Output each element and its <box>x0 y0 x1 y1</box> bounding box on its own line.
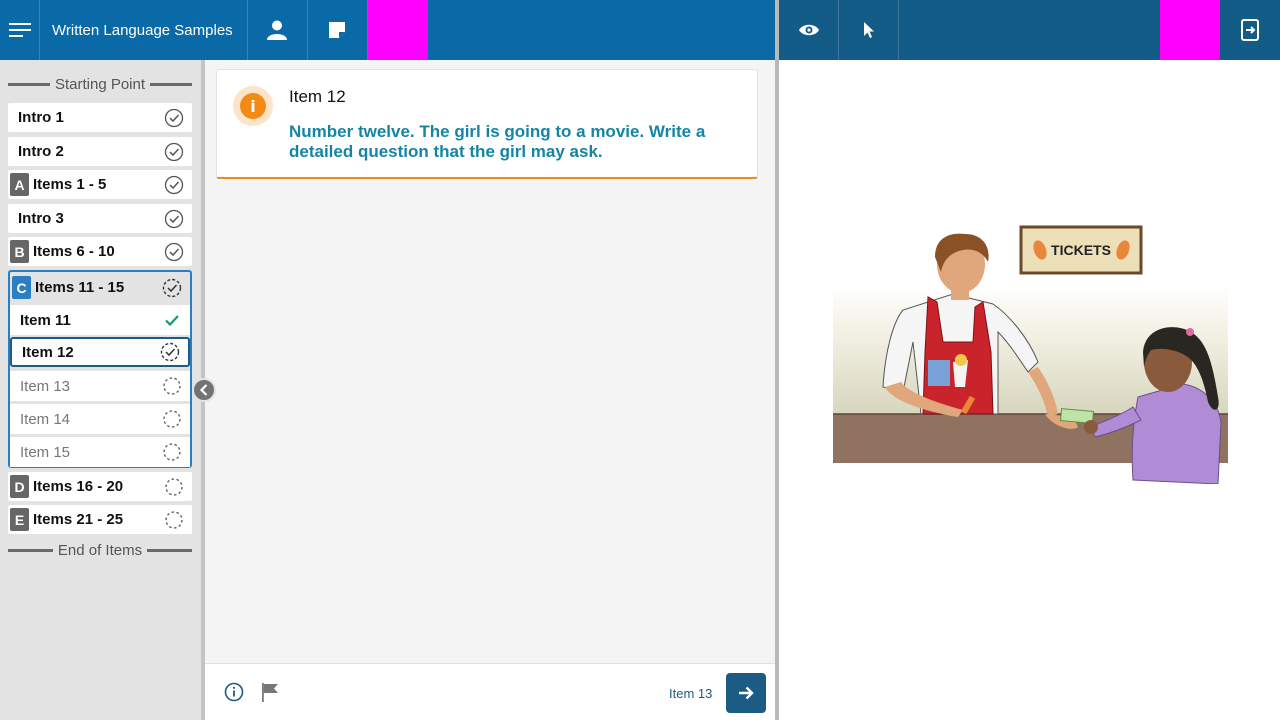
sidebar-item-label: Items 11 - 15 <box>35 279 125 296</box>
menu-icon <box>8 23 31 37</box>
eye-icon <box>798 24 819 36</box>
sidebar-item-intro-1[interactable]: Intro 1 <box>8 103 192 132</box>
sidebar-item-label: Items 16 - 20 <box>33 478 124 495</box>
sidebar-item-15[interactable]: Item 15 <box>10 437 190 467</box>
tickets-sign: TICKETS <box>1019 225 1143 275</box>
highlight-block <box>367 0 428 60</box>
sidebar-item-label: Intro 3 <box>18 210 64 227</box>
sidebar-item-section-a[interactable]: A Items 1 - 5 <box>8 170 192 199</box>
check-circle-icon <box>162 140 186 164</box>
pointer-button[interactable] <box>839 0 899 60</box>
sidebar-item-14[interactable]: Item 14 <box>10 404 190 434</box>
starting-point-label: Starting Point <box>54 76 146 93</box>
check-circle-icon <box>162 106 186 130</box>
check-circle-icon <box>162 207 186 231</box>
section-badge: C <box>12 276 31 299</box>
item-card: i Item 12 Number twelve. The girl is goi… <box>216 69 758 179</box>
info-circle-icon[interactable] <box>224 682 244 702</box>
notes-button[interactable] <box>308 0 368 60</box>
exit-icon <box>1241 19 1259 41</box>
section-badge: B <box>10 240 29 263</box>
next-button[interactable] <box>726 673 766 713</box>
dashed-circle-icon <box>162 475 186 499</box>
tickets-sign-text: TICKETS <box>1051 242 1111 258</box>
starting-point-marker: Starting Point <box>8 76 192 93</box>
sidebar-item-section-b[interactable]: B Items 6 - 10 <box>8 237 192 266</box>
check-circle-icon <box>162 240 186 264</box>
collapse-sidebar-button[interactable] <box>192 378 216 402</box>
sidebar-item-12[interactable]: Item 12 <box>10 337 190 367</box>
sidebar-item-label: Items 1 - 5 <box>33 176 107 193</box>
item-title: Item 12 <box>289 87 346 106</box>
section-badge: E <box>10 508 29 531</box>
dashed-circle-icon <box>160 407 184 431</box>
menu-button[interactable] <box>0 0 40 60</box>
chevron-left-icon <box>199 384 208 396</box>
check-circle-icon <box>162 173 186 197</box>
sidebar-item-intro-3[interactable]: Intro 3 <box>8 204 192 233</box>
sidebar-item-section-c[interactable]: C Items 11 - 15 <box>10 272 190 303</box>
user-button[interactable] <box>248 0 308 60</box>
pane-divider[interactable] <box>775 0 779 720</box>
eye-button[interactable] <box>779 0 839 60</box>
exit-button[interactable] <box>1220 0 1280 60</box>
arrow-right-icon <box>739 686 754 700</box>
top-toolbar: Written Language Samples <box>0 0 775 60</box>
partial-check-circle-icon <box>158 340 182 364</box>
dashed-circle-icon <box>162 508 186 532</box>
info-icon: i <box>233 86 273 126</box>
end-of-items-label: End of Items <box>57 542 143 559</box>
sidebar-item-label: Item 14 <box>20 410 71 428</box>
examiner-toolbar <box>779 0 1280 60</box>
highlight-block-right <box>1160 0 1220 60</box>
section-badge: D <box>10 475 29 498</box>
sidebar-item-section-d[interactable]: D Items 16 - 20 <box>8 472 192 501</box>
pointer-icon <box>863 22 874 38</box>
sidebar-item-label: Items 6 - 10 <box>33 243 115 260</box>
app-title: Written Language Samples <box>40 0 248 60</box>
sidebar-item-label: Item 13 <box>20 377 71 395</box>
sidebar-item-label: Item 12 <box>22 343 74 361</box>
sidebar-item-section-e[interactable]: E Items 21 - 25 <box>8 505 192 534</box>
user-icon <box>267 20 288 40</box>
sidebar-item-label: Items 21 - 25 <box>33 511 124 528</box>
dashed-circle-icon <box>160 374 184 398</box>
sidebar-item-intro-2[interactable]: Intro 2 <box>8 137 192 166</box>
end-of-items-marker: End of Items <box>8 542 192 559</box>
sidebar-item-label: Intro 2 <box>18 143 64 160</box>
sidebar-item-label: Item 15 <box>20 443 71 461</box>
partial-check-circle-icon <box>160 276 184 300</box>
item-prompt: Number twelve. The girl is going to a mo… <box>289 122 706 161</box>
flag-icon[interactable] <box>259 681 281 703</box>
footer-bar: Item 13 <box>205 663 775 720</box>
note-icon <box>329 22 346 38</box>
stimulus-illustration: TICKETS <box>833 225 1228 484</box>
checkmark-icon <box>160 308 184 332</box>
dashed-circle-icon <box>160 440 184 464</box>
next-item-label: Item 13 <box>669 686 713 701</box>
sidebar-item-11[interactable]: Item 11 <box>10 305 190 335</box>
sidebar-item-label: Item 11 <box>20 311 71 329</box>
sidebar-group-section-c: C Items 11 - 15 Item 11 Item 12 Item 13 … <box>8 270 192 468</box>
section-badge: A <box>10 173 29 196</box>
sidebar-item-label: Intro 1 <box>18 109 64 126</box>
sidebar-item-13[interactable]: Item 13 <box>10 371 190 401</box>
